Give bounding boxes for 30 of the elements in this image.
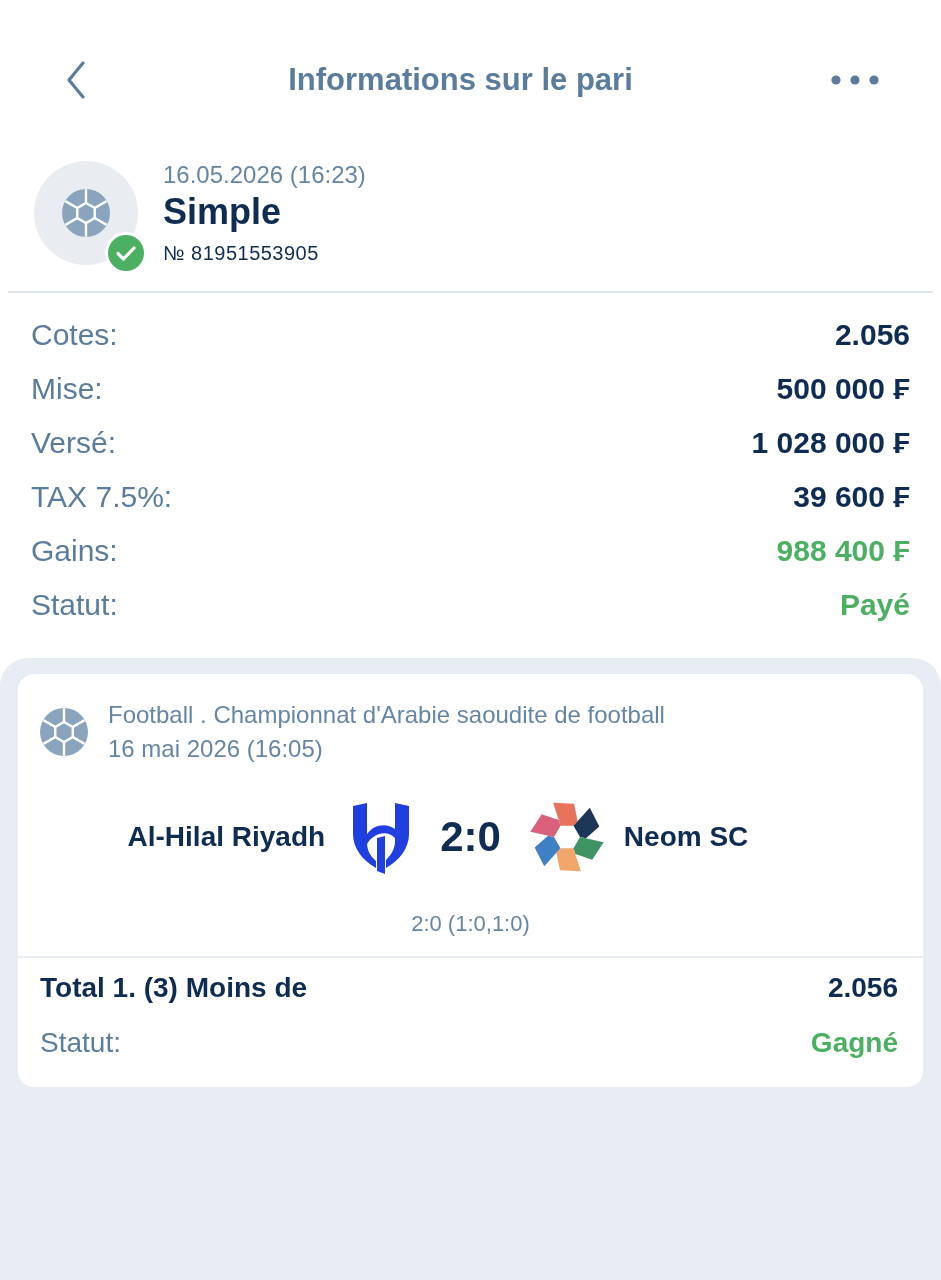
page-title: Informations sur le pari — [288, 61, 633, 99]
status-label: Statut: — [40, 1026, 121, 1060]
bet-type: Simple — [163, 190, 283, 234]
event-date: 16 mai 2026 (16:05) — [108, 734, 324, 764]
status-value: Gagné — [810, 1026, 898, 1060]
bet-number: № 81951553905 — [163, 241, 320, 266]
score-detail: 2:0 (1:0,1:0) — [411, 910, 530, 938]
football-icon — [34, 161, 138, 265]
summary-label: Versé: — [31, 425, 117, 461]
selection-odds: 2.056 — [827, 971, 898, 1005]
selection-name: Total 1. (3) Moins de — [40, 971, 308, 1005]
summary-value: 1 028 000 ₣ — [751, 425, 910, 461]
away-team-name: Neom SC — [623, 820, 749, 854]
league-name: Football . Championnat d'Arabie saoudite de football — [108, 700, 665, 730]
summary-label: TAX 7.5%: — [31, 479, 173, 515]
bet-date: 16.05.2026 (16:23) — [163, 160, 366, 190]
summary-value: 500 000 ₣ — [776, 371, 910, 407]
match-score: 2:0 — [440, 813, 501, 861]
summary-label: Cotes: — [31, 317, 118, 353]
summary-label: Statut: — [31, 587, 118, 623]
summary-value: 988 400 ₣ — [776, 533, 910, 569]
summary-value: Payé — [839, 587, 910, 623]
summary-label: Mise: — [31, 371, 103, 407]
home-team-name: Al-Hilal Riyadh — [127, 820, 326, 854]
more-icon — [831, 75, 879, 85]
summary-label: Gains: — [31, 533, 118, 569]
summary-value: 39 600 ₣ — [793, 479, 910, 515]
back-icon — [66, 61, 86, 99]
summary-value: 2.056 — [834, 317, 910, 353]
football-icon — [40, 708, 88, 756]
